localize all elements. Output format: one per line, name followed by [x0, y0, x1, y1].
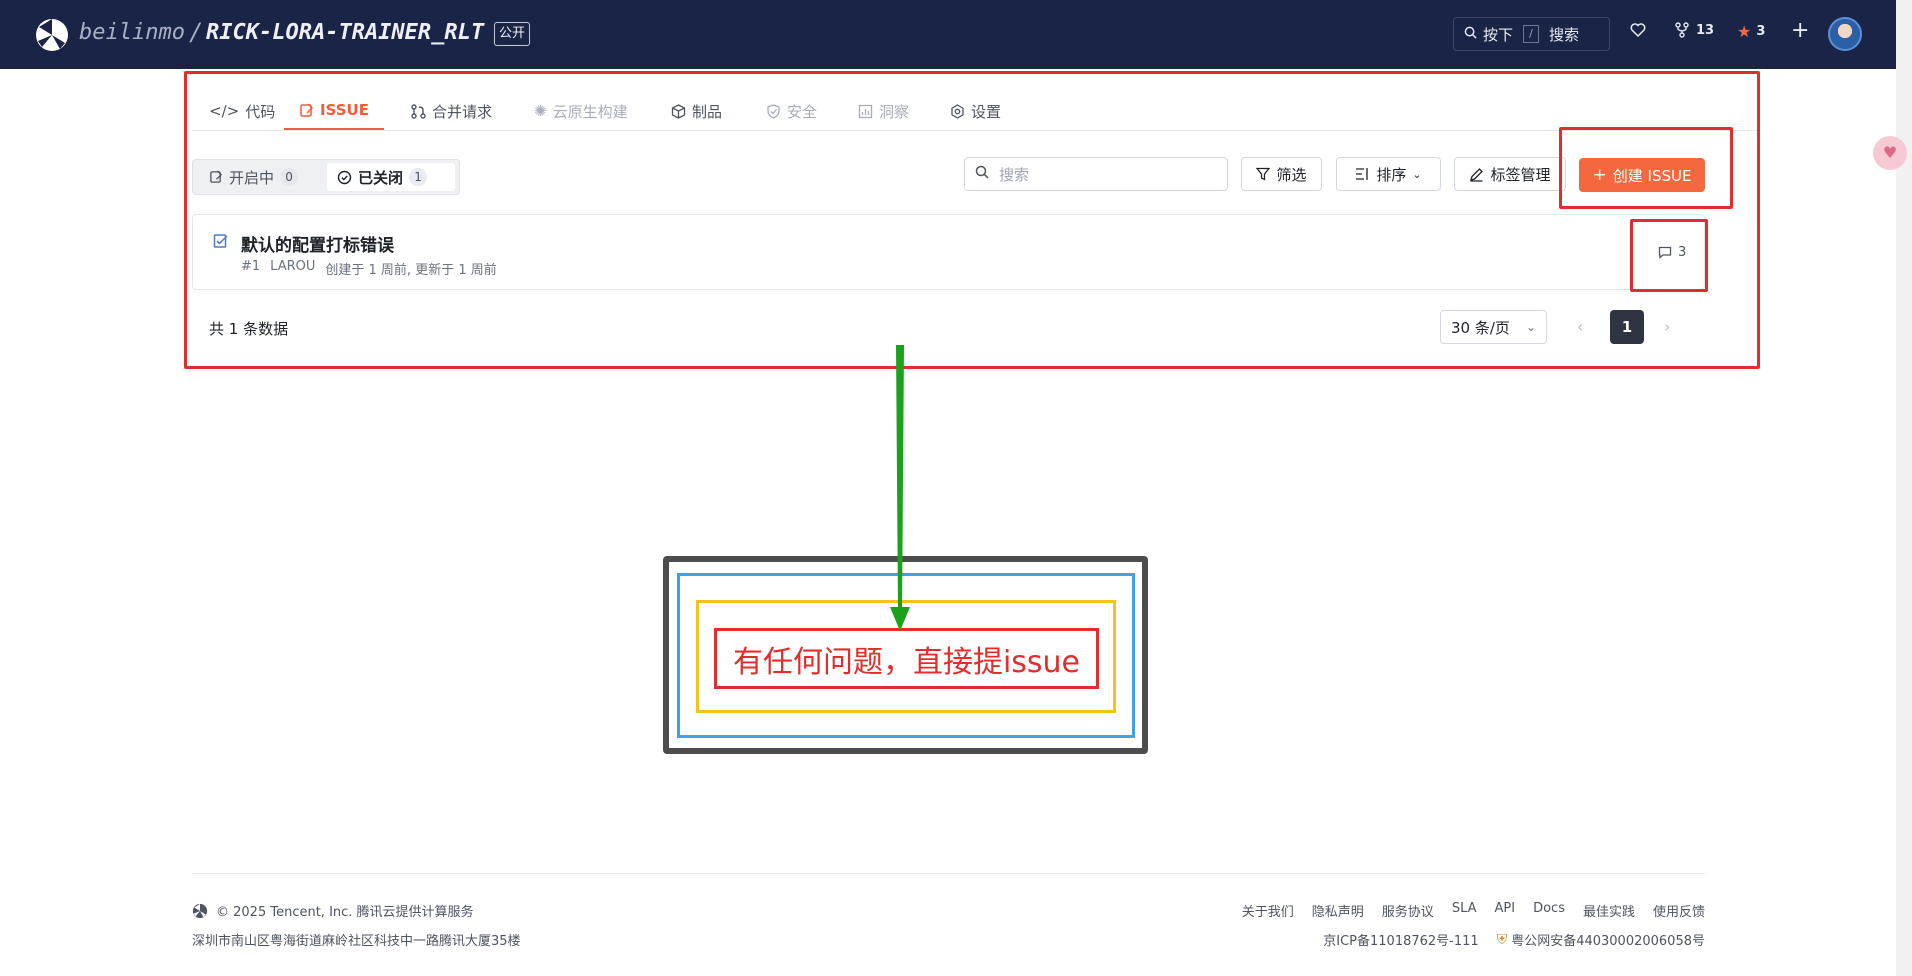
footer-link-best-practices[interactable]: 最佳实践 [1583, 901, 1635, 920]
search-hint-text: 按下 [1483, 25, 1514, 44]
search-shortcut-key: / [1523, 25, 1540, 43]
fork-icon [1675, 22, 1689, 38]
copyright-text: © 2025 Tencent, Inc. 腾讯云提供计算服务 [216, 905, 474, 920]
fork-count: 13 [1696, 22, 1715, 38]
annotation-highlight-comments [1630, 219, 1708, 292]
footer-link-sla[interactable]: SLA [1452, 901, 1477, 920]
footer-link-feedback[interactable]: 使用反馈 [1653, 901, 1705, 920]
footer-link-terms[interactable]: 服务协议 [1382, 901, 1434, 920]
visibility-badge: 公开 [494, 22, 531, 46]
search-label: 搜索 [1549, 25, 1580, 44]
breadcrumb-owner[interactable]: beilinmo [79, 20, 185, 45]
annotation-note: 有任何问题，直接提issue [714, 628, 1099, 689]
floating-assistant-icon[interactable]: ♥ [1873, 136, 1907, 170]
footer-links: 关于我们 隐私声明 服务协议 SLA API Docs 最佳实践 使用反馈 [1242, 901, 1705, 920]
cnb-logo-icon [192, 903, 208, 918]
create-menu-button[interactable]: + [1791, 18, 1809, 43]
heart-icon [1630, 23, 1646, 38]
cnb-logo-icon[interactable] [34, 17, 70, 53]
annotation-highlight-create-button [1559, 127, 1733, 209]
footer-link-privacy[interactable]: 隐私声明 [1312, 901, 1364, 920]
star-icon: ★ [1737, 22, 1752, 41]
star-button[interactable]: ★ 3 [1737, 22, 1765, 41]
footer-icp: 京ICP备11018762号-111 ⛨ 粤公网安备44030002006058… [1323, 930, 1705, 950]
police-record-link[interactable]: ⛨ 粤公网安备44030002006058号 [1496, 930, 1705, 950]
footer-divider [192, 873, 1705, 874]
police-badge-icon: ⛨ [1496, 931, 1508, 948]
star-count: 3 [1756, 24, 1766, 39]
annotation-highlight-issue-panel [184, 71, 1760, 369]
footer-copyright: © 2025 Tencent, Inc. 腾讯云提供计算服务 [192, 901, 474, 920]
watch-button[interactable] [1630, 22, 1646, 38]
breadcrumb-repo[interactable]: RICK-LORA-TRAINER_RLT [206, 20, 484, 45]
icp-link[interactable]: 京ICP备11018762号-111 [1323, 930, 1478, 949]
top-navbar: beilinmo / RICK-LORA-TRAINER_RLT 公开 按下 /… [0, 0, 1896, 69]
footer-address: 深圳市南山区粤海街道麻岭社区科技中一路腾讯大厦35楼 [192, 934, 521, 949]
police-record-text: 粤公网安备44030002006058号 [1511, 934, 1705, 949]
footer-link-docs[interactable]: Docs [1533, 901, 1565, 920]
fork-button[interactable]: 13 [1674, 22, 1714, 38]
footer-link-about[interactable]: 关于我们 [1242, 901, 1294, 920]
annotation-arrow-icon [890, 345, 910, 631]
footer-link-api[interactable]: API [1495, 901, 1516, 920]
user-avatar[interactable] [1828, 17, 1862, 51]
search-icon [1464, 25, 1477, 43]
global-search-button[interactable]: 按下 / 搜索 [1453, 17, 1610, 51]
breadcrumb-separator: / [191, 18, 200, 46]
